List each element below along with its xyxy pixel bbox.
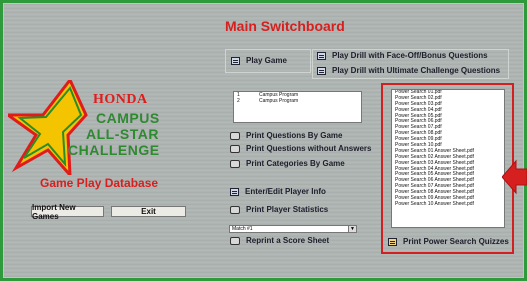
page-title: Main Switchboard [225, 18, 345, 34]
print-power-search-button[interactable]: Print Power Search Quizzes [388, 237, 509, 246]
edit-player-info-button[interactable]: Enter/Edit Player Info [230, 187, 326, 196]
power-search-listbox[interactable]: Power Search 01.pdf Power Search 02.pdf Po… [391, 89, 505, 228]
print-without-answers-button[interactable]: Print Questions without Answers [230, 144, 372, 153]
brand-campus: CAMPUS [96, 110, 160, 126]
printer-icon [230, 159, 240, 168]
play-game-button[interactable]: Play Game [231, 56, 287, 65]
print-categories-button[interactable]: Print Categories By Game [230, 159, 345, 168]
match-select-value: Match #1 [232, 226, 253, 232]
play-drill-faceoff-button[interactable]: Play Drill with Face-Off/Bonus Questions [317, 51, 488, 60]
chevron-down-icon[interactable]: ▼ [348, 226, 356, 232]
play-game-label: Play Game [246, 56, 287, 65]
red-arrow-icon [502, 159, 527, 195]
reprint-score-sheet-button[interactable]: Reprint a Score Sheet [230, 236, 329, 245]
list-item[interactable]: 2 Campus Program [234, 98, 361, 104]
exit-button[interactable]: Exit [111, 206, 186, 217]
report-icon [388, 237, 397, 246]
reprint-score-sheet-label: Reprint a Score Sheet [246, 236, 330, 245]
switchboard-item-icon [317, 66, 326, 75]
print-power-search-label: Print Power Search Quizzes [403, 237, 509, 246]
import-new-games-button[interactable]: Import New Games [31, 203, 104, 221]
play-drill-faceoff-label: Play Drill with Face-Off/Bonus Questions [332, 51, 488, 60]
play-drill-ultimate-label: Play Drill with Ultimate Challenge Quest… [332, 66, 501, 75]
printer-icon [230, 144, 240, 153]
print-categories-label: Print Categories By Game [246, 159, 345, 168]
brand-honda: HONDA [93, 92, 148, 107]
switchboard-item-icon [317, 51, 326, 60]
play-drill-ultimate-button[interactable]: Play Drill with Ultimate Challenge Quest… [317, 66, 500, 75]
games-listbox[interactable]: 1 Campus Program 2 Campus Program [233, 91, 362, 123]
brand-allstar: ALL-STAR [86, 126, 159, 142]
print-player-stats-label: Print Player Statistics [246, 205, 329, 214]
print-questions-by-game-label: Print Questions By Game [246, 131, 343, 140]
edit-player-info-label: Enter/Edit Player Info [245, 187, 326, 196]
print-player-stats-button[interactable]: Print Player Statistics [230, 205, 328, 214]
printer-icon [230, 131, 240, 140]
list-item[interactable]: Power Search 10 Answer Sheet.pdf [395, 201, 504, 208]
print-questions-by-game-button[interactable]: Print Questions By Game [230, 131, 342, 140]
printer-icon [230, 205, 240, 214]
database-subtitle: Game Play Database [40, 176, 159, 190]
print-without-answers-label: Print Questions without Answers [246, 144, 372, 153]
match-select[interactable]: Match #1 ▼ [229, 225, 357, 233]
switchboard-item-icon [231, 56, 240, 65]
printer-icon [230, 236, 240, 245]
brand-challenge: CHALLENGE [68, 142, 160, 158]
switchboard-item-icon [230, 187, 239, 196]
